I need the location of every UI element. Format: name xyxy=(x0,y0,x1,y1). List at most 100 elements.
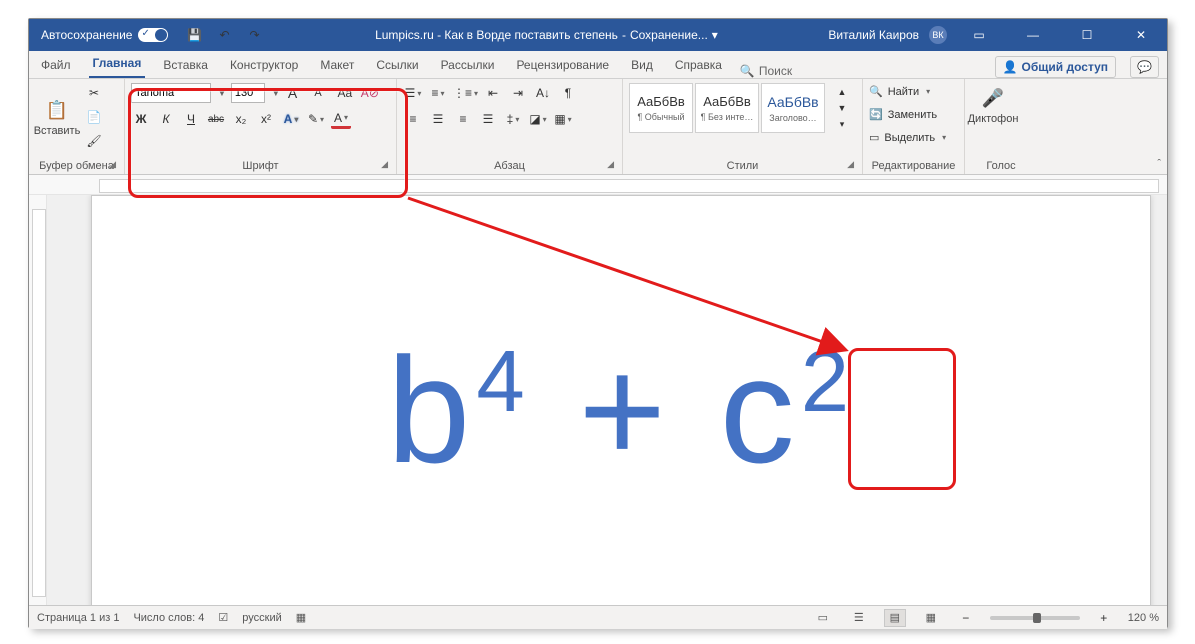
styles-more-icon[interactable]: ▾ xyxy=(832,117,852,132)
zoom-in-button[interactable]: + xyxy=(1094,608,1114,628)
align-center-button[interactable]: ☰ xyxy=(428,109,448,129)
style-normal[interactable]: АаБбВв¶ Обычный xyxy=(629,83,693,133)
change-case-button[interactable]: Aa xyxy=(335,83,355,103)
autosave-label: Автосохранение xyxy=(41,28,132,42)
proofing-icon[interactable]: ☑ xyxy=(218,611,228,624)
comments-button[interactable]: 💬 xyxy=(1130,56,1159,78)
dictate-button[interactable]: 🎤 Диктофон xyxy=(971,83,1015,127)
styles-up-icon[interactable]: ▲ xyxy=(832,85,852,100)
zoom-out-button[interactable]: − xyxy=(956,608,976,628)
macro-icon[interactable]: ▦ xyxy=(296,611,306,624)
format-painter-icon[interactable]: 🖌 xyxy=(84,131,104,151)
increase-indent-button[interactable]: ⇥ xyxy=(508,83,528,103)
ribbon-tabs: Файл Главная Вставка Конструктор Макет С… xyxy=(29,51,1167,79)
read-mode-icon[interactable]: ☰ xyxy=(848,609,870,627)
page[interactable]: b4 + c2 xyxy=(91,195,1151,605)
tab-home[interactable]: Главная xyxy=(89,50,146,78)
collapse-ribbon-icon[interactable]: ˆ xyxy=(1157,158,1161,170)
print-layout-icon[interactable]: ▤ xyxy=(884,609,906,627)
word-count[interactable]: Число слов: 4 xyxy=(133,612,204,624)
bullets-button[interactable]: ☰▾ xyxy=(403,83,423,103)
tab-layout[interactable]: Макет xyxy=(316,52,358,78)
tab-file[interactable]: Файл xyxy=(37,52,75,78)
group-voice: 🎤 Диктофон Голос xyxy=(965,79,1037,174)
clipboard-icon: 📋 xyxy=(44,97,70,123)
clear-format-button[interactable]: A⊘ xyxy=(360,83,380,103)
borders-button[interactable]: ▦▾ xyxy=(553,109,573,129)
font-color-button[interactable]: A▾ xyxy=(331,109,351,129)
save-icon[interactable]: 💾 xyxy=(184,25,204,45)
multilevel-button[interactable]: ⋮≡▾ xyxy=(453,83,478,103)
line-spacing-button[interactable]: ‡▾ xyxy=(503,109,523,129)
align-left-button[interactable]: ≡ xyxy=(403,109,423,129)
text-effects-button[interactable]: A▾ xyxy=(281,109,301,129)
align-right-button[interactable]: ≡ xyxy=(453,109,473,129)
find-button[interactable]: 🔍 Найти▾ xyxy=(869,83,958,100)
vertical-ruler[interactable] xyxy=(29,195,47,605)
tab-view[interactable]: Вид xyxy=(627,52,657,78)
group-editing: 🔍 Найти▾ 🔄 Заменить ▭ Выделить▾ Редактир… xyxy=(863,79,965,174)
minimize-icon[interactable]: — xyxy=(1011,19,1055,51)
group-clipboard: 📋 Вставить ✂ 📄 🖌 Буфер обмена◢ xyxy=(29,79,125,174)
shading-button[interactable]: ◪▾ xyxy=(528,109,548,129)
underline-button[interactable]: Ч xyxy=(181,109,201,129)
decrease-indent-button[interactable]: ⇤ xyxy=(483,83,503,103)
language[interactable]: русский xyxy=(242,612,281,624)
shrink-font-button[interactable]: Aˇ xyxy=(310,83,330,103)
select-button[interactable]: ▭ Выделить▾ xyxy=(869,129,958,146)
horizontal-ruler[interactable] xyxy=(29,175,1167,195)
focus-mode-icon[interactable]: ▭ xyxy=(812,609,834,627)
save-status: Сохранение... xyxy=(630,28,708,42)
mic-icon: 🎤 xyxy=(980,85,1006,111)
page-count[interactable]: Страница 1 из 1 xyxy=(37,612,119,624)
redo-icon[interactable]: ↷ xyxy=(244,25,264,45)
subscript-button[interactable]: x₂ xyxy=(231,109,251,129)
document-text: b4 + c2 xyxy=(387,335,855,485)
ribbon-display-icon[interactable]: ▭ xyxy=(957,19,1001,51)
tab-design[interactable]: Конструктор xyxy=(226,52,302,78)
tab-review[interactable]: Рецензирование xyxy=(512,52,613,78)
close-icon[interactable]: ✕ xyxy=(1119,19,1163,51)
tab-insert[interactable]: Вставка xyxy=(159,52,212,78)
bold-button[interactable]: Ж xyxy=(131,109,151,129)
zoom-slider[interactable] xyxy=(990,616,1080,620)
autosave-toggle[interactable]: Автосохранение xyxy=(41,28,168,42)
app-window: Автосохранение 💾 ↶ ↷ Lumpics.ru - Как в … xyxy=(28,18,1168,628)
tab-mailings[interactable]: Рассылки xyxy=(437,52,499,78)
cut-icon[interactable]: ✂ xyxy=(84,83,104,103)
font-size-input[interactable] xyxy=(231,83,265,103)
style-no-spacing[interactable]: АаБбВв¶ Без инте… xyxy=(695,83,759,133)
numbering-button[interactable]: ≡▾ xyxy=(428,83,448,103)
search-box[interactable]: 🔍 Поиск xyxy=(740,64,792,78)
document-title-left: Lumpics.ru - Как в Ворде поставить степе… xyxy=(375,28,618,42)
strike-button[interactable]: abc xyxy=(206,109,226,129)
replace-button[interactable]: 🔄 Заменить xyxy=(869,106,958,123)
show-marks-button[interactable]: ¶ xyxy=(558,83,578,103)
user-avatar[interactable]: ВК xyxy=(929,26,947,44)
tab-help[interactable]: Справка xyxy=(671,52,726,78)
share-button[interactable]: 👤 Общий доступ xyxy=(995,56,1116,78)
paste-button[interactable]: 📋 Вставить xyxy=(35,95,79,139)
sort-button[interactable]: A↓ xyxy=(533,83,553,103)
user-name: Виталий Каиров xyxy=(828,28,919,42)
web-layout-icon[interactable]: ▦ xyxy=(920,609,942,627)
italic-button[interactable]: К xyxy=(156,109,176,129)
group-font: ▼ ▼ Aˆ Aˇ Aa A⊘ Ж К Ч abc x₂ x² A▾ ✎▾ A▾ xyxy=(125,79,397,174)
maximize-icon[interactable]: ☐ xyxy=(1065,19,1109,51)
undo-icon[interactable]: ↶ xyxy=(214,25,234,45)
style-heading1[interactable]: АаБбВвЗаголово… xyxy=(761,83,825,133)
copy-icon[interactable]: 📄 xyxy=(84,107,104,127)
font-name-input[interactable] xyxy=(131,83,211,103)
justify-button[interactable]: ☰ xyxy=(478,109,498,129)
styles-launcher-icon[interactable]: ◢ xyxy=(847,159,854,170)
styles-down-icon[interactable]: ▼ xyxy=(832,101,852,116)
font-launcher-icon[interactable]: ◢ xyxy=(381,159,388,170)
tab-references[interactable]: Ссылки xyxy=(372,52,422,78)
superscript-button[interactable]: x² xyxy=(256,109,276,129)
title-bar: Автосохранение 💾 ↶ ↷ Lumpics.ru - Как в … xyxy=(29,19,1167,51)
para-launcher-icon[interactable]: ◢ xyxy=(607,159,614,170)
clipboard-launcher-icon[interactable]: ◢ xyxy=(109,159,116,170)
highlight-button[interactable]: ✎▾ xyxy=(306,109,326,129)
zoom-level[interactable]: 120 % xyxy=(1128,612,1159,624)
grow-font-button[interactable]: Aˆ xyxy=(285,83,305,103)
